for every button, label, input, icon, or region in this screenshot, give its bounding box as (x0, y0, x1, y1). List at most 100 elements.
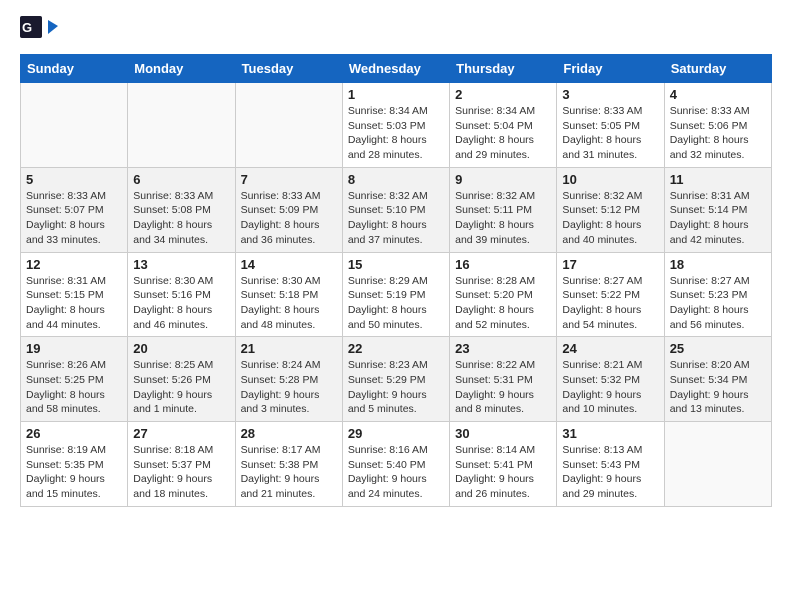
day-info: Sunrise: 8:33 AMSunset: 5:09 PMDaylight:… (241, 189, 337, 248)
day-number: 10 (562, 172, 658, 187)
day-info: Sunrise: 8:20 AMSunset: 5:34 PMDaylight:… (670, 358, 766, 417)
day-number: 26 (26, 426, 122, 441)
calendar-cell: 8Sunrise: 8:32 AMSunset: 5:10 PMDaylight… (342, 167, 449, 252)
day-number: 15 (348, 257, 444, 272)
day-info: Sunrise: 8:16 AMSunset: 5:40 PMDaylight:… (348, 443, 444, 502)
calendar-week-row: 12 Sunrise: 8:31 AMSunset: 5:15 PMDayligh… (21, 252, 772, 337)
day-number: 18 (670, 257, 766, 272)
calendar-week-row: 5 Sunrise: 8:33 AMSunset: 5:07 PMDaylight… (21, 167, 772, 252)
day-info: Sunrise: 8:31 AMSunset: 5:15 PMDaylight:… (26, 274, 122, 333)
header-thursday: Thursday (450, 55, 557, 83)
day-info: Sunrise: 8:31 AMSunset: 5:14 PMDaylight:… (670, 189, 766, 248)
calendar-cell: 13 Sunrise: 8:30 AMSunset: 5:16 PMDayligh… (128, 252, 235, 337)
day-number: 1 (348, 87, 444, 102)
calendar-cell: 3 Sunrise: 8:33 AMSunset: 5:05 PMDaylight… (557, 83, 664, 168)
day-number: 12 (26, 257, 122, 272)
calendar-cell: 5 Sunrise: 8:33 AMSunset: 5:07 PMDaylight… (21, 167, 128, 252)
page: G Sunday Monday Tuesday Wednesday Thursd… (0, 0, 792, 523)
header: G (20, 16, 772, 44)
day-number: 27 (133, 426, 229, 441)
calendar-cell: 27Sunrise: 8:18 AMSunset: 5:37 PMDayligh… (128, 422, 235, 507)
day-number: 14 (241, 257, 337, 272)
header-monday: Monday (128, 55, 235, 83)
calendar-cell: 26 Sunrise: 8:19 AMSunset: 5:35 PMDayligh… (21, 422, 128, 507)
calendar-cell (128, 83, 235, 168)
calendar-table: Sunday Monday Tuesday Wednesday Thursday… (20, 54, 772, 507)
day-info: Sunrise: 8:27 AMSunset: 5:22 PMDaylight:… (562, 274, 658, 333)
calendar-cell: 20 Sunrise: 8:25 AMSunset: 5:26 PMDayligh… (128, 337, 235, 422)
calendar-cell: 17 Sunrise: 8:27 AMSunset: 5:22 PMDayligh… (557, 252, 664, 337)
day-number: 28 (241, 426, 337, 441)
calendar-cell: 15 Sunrise: 8:29 AMSunset: 5:19 PMDayligh… (342, 252, 449, 337)
day-info: Sunrise: 8:34 AMSunset: 5:03 PMDaylight:… (348, 104, 444, 163)
day-info: Sunrise: 8:26 AMSunset: 5:25 PMDaylight:… (26, 358, 122, 417)
day-info: Sunrise: 8:27 AMSunset: 5:23 PMDaylight:… (670, 274, 766, 333)
day-number: 20 (133, 341, 229, 356)
day-number: 19 (26, 341, 122, 356)
calendar-cell (235, 83, 342, 168)
day-number: 30 (455, 426, 551, 441)
calendar-week-row: 26 Sunrise: 8:19 AMSunset: 5:35 PMDayligh… (21, 422, 772, 507)
day-info: Sunrise: 8:30 AMSunset: 5:18 PMDaylight:… (241, 274, 337, 333)
day-number: 6 (133, 172, 229, 187)
day-number: 25 (670, 341, 766, 356)
day-info: Sunrise: 8:33 AMSunset: 5:06 PMDaylight:… (670, 104, 766, 163)
calendar-cell: 24Sunrise: 8:21 AMSunset: 5:32 PMDayligh… (557, 337, 664, 422)
calendar-week-row: 19 Sunrise: 8:26 AMSunset: 5:25 PMDayligh… (21, 337, 772, 422)
day-number: 22 (348, 341, 444, 356)
calendar-cell: 14 Sunrise: 8:30 AMSunset: 5:18 PMDayligh… (235, 252, 342, 337)
logo: G (20, 16, 62, 44)
weekday-header-row: Sunday Monday Tuesday Wednesday Thursday… (21, 55, 772, 83)
day-number: 3 (562, 87, 658, 102)
calendar-cell: 31Sunrise: 8:13 AMSunset: 5:43 PMDayligh… (557, 422, 664, 507)
calendar-cell: 25 Sunrise: 8:20 AMSunset: 5:34 PMDayligh… (664, 337, 771, 422)
day-number: 13 (133, 257, 229, 272)
day-info: Sunrise: 8:14 AMSunset: 5:41 PMDaylight:… (455, 443, 551, 502)
header-saturday: Saturday (664, 55, 771, 83)
calendar-cell: 23 Sunrise: 8:22 AMSunset: 5:31 PMDayligh… (450, 337, 557, 422)
calendar-cell: 19 Sunrise: 8:26 AMSunset: 5:25 PMDayligh… (21, 337, 128, 422)
day-info: Sunrise: 8:22 AMSunset: 5:31 PMDaylight:… (455, 358, 551, 417)
day-info: Sunrise: 8:29 AMSunset: 5:19 PMDaylight:… (348, 274, 444, 333)
day-info: Sunrise: 8:25 AMSunset: 5:26 PMDaylight:… (133, 358, 229, 417)
calendar-cell: 16 Sunrise: 8:28 AMSunset: 5:20 PMDayligh… (450, 252, 557, 337)
day-number: 16 (455, 257, 551, 272)
calendar-cell: 28Sunrise: 8:17 AMSunset: 5:38 PMDayligh… (235, 422, 342, 507)
day-number: 17 (562, 257, 658, 272)
calendar-cell: 10 Sunrise: 8:32 AMSunset: 5:12 PMDayligh… (557, 167, 664, 252)
calendar-week-row: 1 Sunrise: 8:34 AMSunset: 5:03 PMDaylight… (21, 83, 772, 168)
day-info: Sunrise: 8:32 AMSunset: 5:11 PMDaylight:… (455, 189, 551, 248)
day-info: Sunrise: 8:23 AMSunset: 5:29 PMDaylight:… (348, 358, 444, 417)
day-number: 4 (670, 87, 766, 102)
calendar-cell: 12 Sunrise: 8:31 AMSunset: 5:15 PMDayligh… (21, 252, 128, 337)
calendar-cell: 18 Sunrise: 8:27 AMSunset: 5:23 PMDayligh… (664, 252, 771, 337)
calendar-cell: 1 Sunrise: 8:34 AMSunset: 5:03 PMDaylight… (342, 83, 449, 168)
header-friday: Friday (557, 55, 664, 83)
day-info: Sunrise: 8:30 AMSunset: 5:16 PMDaylight:… (133, 274, 229, 333)
day-number: 5 (26, 172, 122, 187)
day-info: Sunrise: 8:24 AMSunset: 5:28 PMDaylight:… (241, 358, 337, 417)
calendar-cell (664, 422, 771, 507)
calendar-cell: 9 Sunrise: 8:32 AMSunset: 5:11 PMDaylight… (450, 167, 557, 252)
day-number: 23 (455, 341, 551, 356)
calendar-cell: 29 Sunrise: 8:16 AMSunset: 5:40 PMDayligh… (342, 422, 449, 507)
header-sunday: Sunday (21, 55, 128, 83)
day-info: Sunrise: 8:33 AMSunset: 5:07 PMDaylight:… (26, 189, 122, 248)
day-info: Sunrise: 8:13 AMSunset: 5:43 PMDaylight:… (562, 443, 658, 502)
day-info: Sunrise: 8:32 AMSunset: 5:12 PMDaylight:… (562, 189, 658, 248)
day-number: 9 (455, 172, 551, 187)
day-number: 24 (562, 341, 658, 356)
calendar-cell: 22 Sunrise: 8:23 AMSunset: 5:29 PMDayligh… (342, 337, 449, 422)
day-info: Sunrise: 8:19 AMSunset: 5:35 PMDaylight:… (26, 443, 122, 502)
day-number: 7 (241, 172, 337, 187)
day-number: 29 (348, 426, 444, 441)
svg-text:G: G (22, 20, 32, 35)
header-tuesday: Tuesday (235, 55, 342, 83)
day-number: 21 (241, 341, 337, 356)
day-info: Sunrise: 8:33 AMSunset: 5:05 PMDaylight:… (562, 104, 658, 163)
calendar-cell (21, 83, 128, 168)
day-info: Sunrise: 8:32 AMSunset: 5:10 PMDaylight:… (348, 189, 444, 248)
calendar-cell: 21 Sunrise: 8:24 AMSunset: 5:28 PMDayligh… (235, 337, 342, 422)
day-info: Sunrise: 8:28 AMSunset: 5:20 PMDaylight:… (455, 274, 551, 333)
calendar-cell: 11Sunrise: 8:31 AMSunset: 5:14 PMDayligh… (664, 167, 771, 252)
